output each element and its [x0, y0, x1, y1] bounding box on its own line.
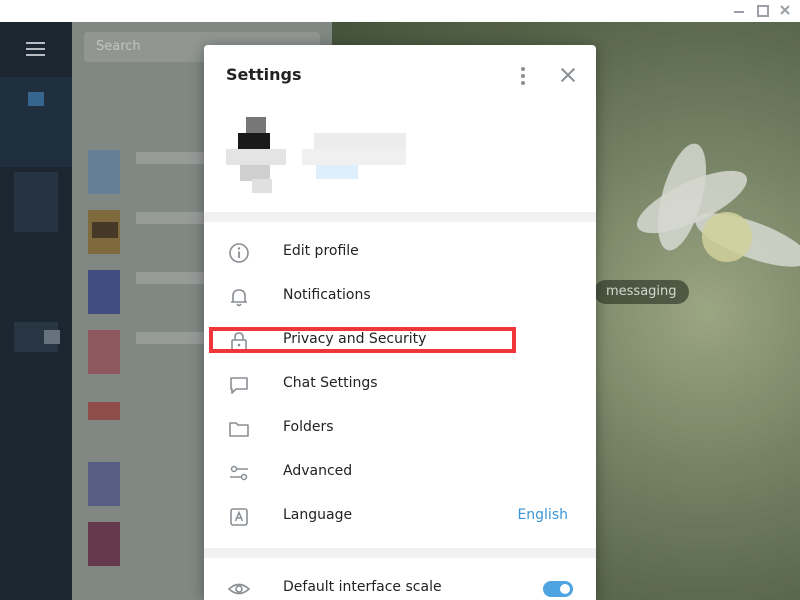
window-titlebar — [0, 0, 800, 22]
maximize-icon — [757, 5, 769, 17]
menu-item-label: Advanced — [283, 463, 353, 479]
close-window-button[interactable] — [776, 3, 794, 19]
highlight-box — [209, 327, 516, 353]
menu-item-folders[interactable]: Folders — [204, 407, 596, 451]
more-options-icon[interactable] — [516, 67, 530, 87]
close-icon — [780, 5, 790, 15]
language-icon — [228, 506, 250, 528]
bell-icon — [228, 286, 250, 308]
menu-item-label: Language — [283, 507, 353, 523]
menu-item-label: Default interface scale — [283, 579, 442, 595]
minimize-icon — [734, 11, 744, 13]
section-divider — [204, 548, 596, 558]
avatar[interactable] — [226, 117, 286, 195]
profile-name — [302, 133, 406, 181]
info-icon — [228, 242, 250, 264]
sliders-icon — [228, 462, 250, 484]
section-divider — [204, 212, 596, 222]
eye-icon — [228, 578, 250, 600]
menu-item-label: Notifications — [283, 287, 371, 303]
maximize-button[interactable] — [754, 3, 772, 19]
menu-item-chat-settings[interactable]: Chat Settings — [204, 363, 596, 407]
menu-item-edit-profile[interactable]: Edit profile — [204, 231, 596, 275]
language-value[interactable]: English — [517, 507, 568, 523]
close-icon[interactable] — [558, 65, 578, 85]
settings-title: Settings — [226, 65, 302, 84]
menu-item-language[interactable]: Language English — [204, 495, 596, 539]
menu-item-label: Chat Settings — [283, 375, 378, 391]
toggle-knob — [558, 582, 572, 596]
menu-item-notifications[interactable]: Notifications — [204, 275, 596, 319]
chat-icon — [228, 374, 250, 396]
menu-item-label: Folders — [283, 419, 334, 435]
menu-item-advanced[interactable]: Advanced — [204, 451, 596, 495]
menu-item-interface-scale[interactable]: Default interface scale — [204, 567, 596, 600]
minimize-button[interactable] — [730, 3, 748, 19]
menu-item-label: Edit profile — [283, 243, 359, 259]
folder-icon — [228, 418, 250, 440]
settings-dialog: Settings Edit profile Notifications Priv… — [204, 45, 596, 600]
interface-scale-toggle[interactable] — [543, 581, 573, 597]
